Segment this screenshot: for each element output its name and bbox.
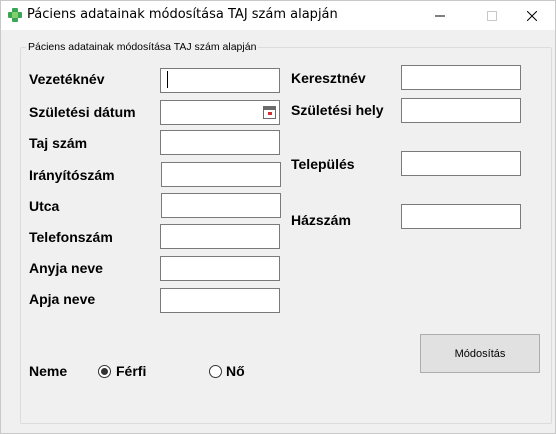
iranyitoszam-label: Irányítószám <box>29 167 115 183</box>
anyja-neve-label: Anyja neve <box>29 260 103 276</box>
apja-neve-input[interactable] <box>160 288 280 313</box>
text-caret <box>167 71 168 88</box>
vezeteknev-input[interactable] <box>160 68 280 93</box>
minimize-icon <box>435 15 445 16</box>
keresztnev-label: Keresztnév <box>291 70 366 86</box>
iranyitoszam-input[interactable] <box>161 162 281 187</box>
group-box-title: Páciens adatainak módosítása TAJ szám al… <box>26 41 259 53</box>
minimize-button[interactable] <box>417 1 463 30</box>
gender-radio-no[interactable] <box>209 365 222 378</box>
modify-button[interactable]: Módosítás <box>420 334 540 373</box>
taj-szam-input[interactable] <box>160 130 280 155</box>
neme-label: Neme <box>29 363 68 379</box>
medical-cross-icon <box>8 8 22 22</box>
szuletesi-hely-input[interactable] <box>401 98 521 123</box>
close-icon <box>527 10 537 21</box>
apja-neve-label: Apja neve <box>29 291 96 307</box>
gender-label-ferfi[interactable]: Férfi <box>116 363 146 379</box>
gender-radio-ferfi[interactable] <box>98 365 111 378</box>
telefonszam-input[interactable] <box>160 224 280 249</box>
szuletesi-datum-picker[interactable] <box>160 100 280 125</box>
telepules-label: Település <box>291 156 355 172</box>
anyja-neve-input[interactable] <box>160 256 280 281</box>
utca-input[interactable] <box>161 193 281 218</box>
utca-label: Utca <box>29 198 60 214</box>
szuletesi-datum-label: Születési dátum <box>29 104 136 120</box>
vezeteknev-label: Vezetéknév <box>29 71 105 87</box>
window-title: Páciens adatainak módosítása TAJ szám al… <box>27 7 338 22</box>
hazszam-input[interactable] <box>401 204 521 229</box>
app-window: Páciens adatainak módosítása TAJ szám al… <box>0 0 556 434</box>
maximize-icon <box>487 10 497 21</box>
keresztnev-input[interactable] <box>401 65 521 90</box>
close-button[interactable] <box>509 1 555 30</box>
gender-label-no[interactable]: Nő <box>226 363 245 379</box>
telefonszam-label: Telefonszám <box>29 229 113 245</box>
calendar-icon[interactable] <box>263 106 276 119</box>
title-bar[interactable]: Páciens adatainak módosítása TAJ szám al… <box>1 1 555 30</box>
szuletesi-hely-label: Születési hely <box>291 102 384 118</box>
hazszam-label: Házszám <box>291 212 351 228</box>
telepules-input[interactable] <box>401 151 521 176</box>
taj-szam-label: Taj szám <box>29 135 88 151</box>
